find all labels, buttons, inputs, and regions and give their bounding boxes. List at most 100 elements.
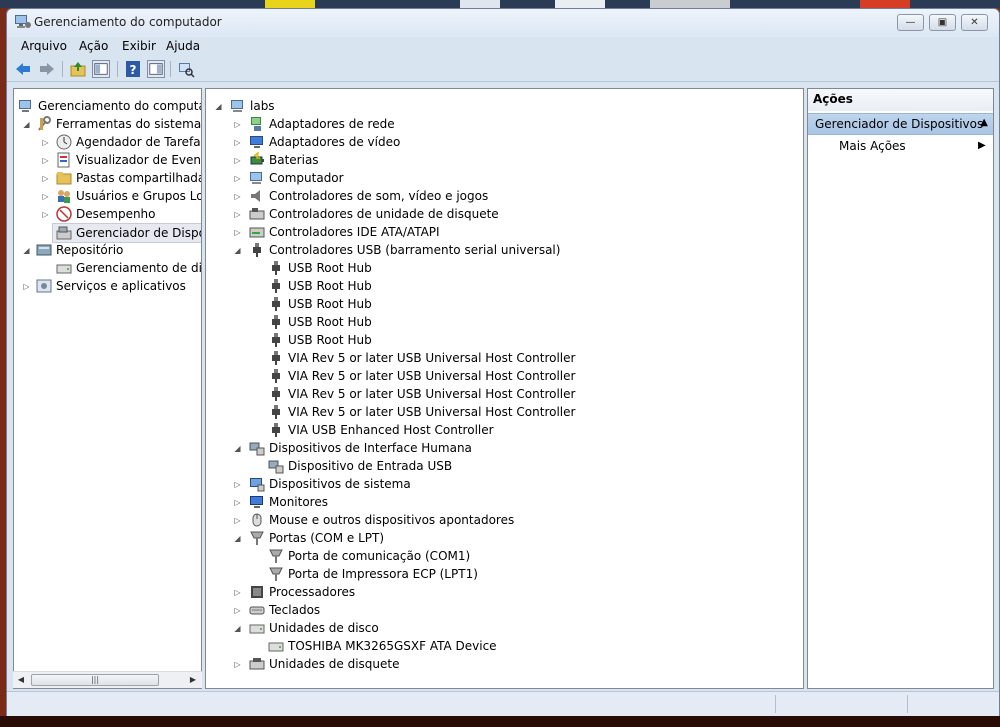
device-category[interactable]: ▷ Adaptadores de rede bbox=[206, 115, 796, 133]
tree-item-task-scheduler[interactable]: ▷ Agendador de Tarefas bbox=[14, 133, 201, 151]
collapse-arrow-icon[interactable]: ◢ bbox=[233, 624, 242, 633]
back-arrow-icon[interactable] bbox=[14, 60, 32, 78]
expand-arrow-icon[interactable]: ▷ bbox=[41, 138, 50, 147]
expand-arrow-icon[interactable]: ▷ bbox=[233, 156, 242, 165]
expand-arrow-icon[interactable]: ▷ bbox=[233, 606, 242, 615]
expand-arrow-icon[interactable]: ▷ bbox=[41, 156, 50, 165]
expand-arrow-icon[interactable]: ▷ bbox=[41, 174, 50, 183]
device-item[interactable]: VIA USB Enhanced Host Controller bbox=[206, 421, 796, 439]
expand-arrow-icon[interactable]: ▷ bbox=[233, 138, 242, 147]
device-category[interactable]: ▷ Unidades de disquete bbox=[206, 655, 796, 673]
navigation-tree-pane: Gerenciamento do computador ◢ Ferramenta… bbox=[13, 88, 202, 689]
device-category[interactable]: ▷ Computador bbox=[206, 169, 796, 187]
title-bar[interactable]: Gerenciamento do computador — ▣ ✕ bbox=[7, 9, 999, 37]
menu-acao[interactable]: Ação bbox=[79, 39, 108, 53]
forward-arrow-icon[interactable] bbox=[38, 60, 56, 78]
collapse-up-arrow-icon[interactable]: ▲ bbox=[980, 117, 988, 128]
device-item[interactable]: USB Root Hub bbox=[206, 313, 796, 331]
expand-arrow-icon[interactable]: ▷ bbox=[233, 480, 242, 489]
scroll-right-arrow-icon[interactable]: ▶ bbox=[187, 674, 199, 686]
expand-arrow-icon[interactable]: ▷ bbox=[41, 210, 50, 219]
device-item[interactable]: Porta de comunicação (COM1) bbox=[206, 547, 796, 565]
properties-icon[interactable] bbox=[147, 60, 165, 78]
device-category[interactable]: ▷ Controladores de som, vídeo e jogos bbox=[206, 187, 796, 205]
scan-hardware-icon[interactable] bbox=[177, 60, 195, 78]
menu-arquivo[interactable]: Arquivo bbox=[21, 39, 67, 53]
device-category[interactable]: ◢ Unidades de disco bbox=[206, 619, 796, 637]
device-item[interactable]: USB Root Hub bbox=[206, 295, 796, 313]
expand-arrow-icon[interactable]: ▷ bbox=[233, 192, 242, 201]
show-hide-tree-icon[interactable] bbox=[92, 60, 110, 78]
tree-label: Pastas compartilhadas bbox=[76, 171, 202, 185]
collapse-arrow-icon[interactable]: ◢ bbox=[233, 444, 242, 453]
scrollbar-thumb[interactable]: ||| bbox=[31, 674, 159, 686]
device-item[interactable]: VIA Rev 5 or later USB Universal Host Co… bbox=[206, 349, 796, 367]
device-item[interactable]: USB Root Hub bbox=[206, 331, 796, 349]
tree-label: VIA Rev 5 or later USB Universal Host Co… bbox=[288, 387, 576, 401]
help-icon[interactable]: ? bbox=[124, 60, 142, 78]
tree-item-local-users-groups[interactable]: ▷ Usuários e Grupos Locais bbox=[14, 187, 201, 205]
expand-arrow-icon[interactable]: ▷ bbox=[233, 120, 242, 129]
left-pane-horizontal-scrollbar[interactable]: ◀ ||| ▶ bbox=[13, 671, 202, 688]
device-category[interactable]: ◢ Portas (COM e LPT) bbox=[206, 529, 796, 547]
device-category[interactable]: ▷ Processadores bbox=[206, 583, 796, 601]
expand-arrow-icon[interactable]: ▷ bbox=[233, 498, 242, 507]
device-item[interactable]: VIA Rev 5 or later USB Universal Host Co… bbox=[206, 403, 796, 421]
tree-item-disk-management[interactable]: Gerenciamento de disco bbox=[14, 259, 201, 277]
tree-item-performance[interactable]: ▷ Desempenho bbox=[14, 205, 201, 223]
close-button[interactable]: ✕ bbox=[961, 14, 988, 31]
tree-item-system-tools[interactable]: ◢ Ferramentas do sistema bbox=[14, 115, 201, 133]
network-device-icon bbox=[251, 117, 261, 131]
device-category[interactable]: ▷ Controladores IDE ATA/ATAPI bbox=[206, 223, 796, 241]
device-item[interactable]: Dispositivo de Entrada USB bbox=[206, 457, 796, 475]
collapse-arrow-icon[interactable]: ◢ bbox=[22, 120, 31, 129]
maximize-button[interactable]: ▣ bbox=[929, 14, 956, 31]
tree-item-device-manager[interactable]: Gerenciador de Dispositivos bbox=[52, 223, 201, 243]
expand-arrow-icon[interactable]: ▷ bbox=[22, 282, 31, 291]
expand-arrow-icon[interactable]: ▷ bbox=[233, 228, 242, 237]
collapse-arrow-icon[interactable]: ◢ bbox=[22, 246, 31, 255]
device-category[interactable]: ◢ Dispositivos de Interface Humana bbox=[206, 439, 796, 457]
expand-arrow-icon[interactable]: ▷ bbox=[233, 660, 242, 669]
up-folder-icon[interactable] bbox=[69, 60, 87, 78]
scroll-left-arrow-icon[interactable]: ◀ bbox=[15, 674, 27, 686]
tree-label: Porta de Impressora ECP (LPT1) bbox=[288, 567, 478, 581]
device-item[interactable]: VIA Rev 5 or later USB Universal Host Co… bbox=[206, 367, 796, 385]
tree-item-services-applications[interactable]: ▷ Serviços e aplicativos bbox=[14, 277, 201, 295]
device-category[interactable]: ◢ Controladores USB (barramento serial un… bbox=[206, 241, 796, 259]
minimize-button[interactable]: — bbox=[897, 14, 924, 31]
tree-label: VIA Rev 5 or later USB Universal Host Co… bbox=[288, 369, 576, 383]
collapse-arrow-icon[interactable]: ◢ bbox=[233, 246, 242, 255]
tree-label: Dispositivo de Entrada USB bbox=[288, 459, 453, 473]
device-item[interactable]: VIA Rev 5 or later USB Universal Host Co… bbox=[206, 385, 796, 403]
device-category[interactable]: ▷ Mouse e outros dispositivos apontadores bbox=[206, 511, 796, 529]
collapse-arrow-icon[interactable]: ◢ bbox=[233, 534, 242, 543]
menu-exibir[interactable]: Exibir bbox=[122, 39, 156, 53]
expand-arrow-icon[interactable]: ▷ bbox=[233, 516, 242, 525]
device-category[interactable]: ▷ Teclados bbox=[206, 601, 796, 619]
device-category[interactable]: ▷ Monitores bbox=[206, 493, 796, 511]
device-item[interactable]: USB Root Hub bbox=[206, 259, 796, 277]
expand-arrow-icon[interactable]: ▷ bbox=[233, 174, 242, 183]
device-item[interactable]: TOSHIBA MK3265GSXF ATA Device bbox=[206, 637, 796, 655]
toolbar: ? bbox=[7, 57, 999, 82]
device-root-labs[interactable]: ◢ labs bbox=[206, 97, 796, 115]
tree-item-event-viewer[interactable]: ▷ Visualizador de Eventos bbox=[14, 151, 201, 169]
more-actions-item[interactable]: Mais Ações bbox=[839, 139, 906, 153]
device-category[interactable]: ▷ Baterias bbox=[206, 151, 796, 169]
expand-arrow-icon[interactable]: ▷ bbox=[41, 192, 50, 201]
actions-section-device-manager[interactable]: Gerenciador de Dispositivos ▲ bbox=[808, 113, 993, 135]
device-item[interactable]: Porta de Impressora ECP (LPT1) bbox=[206, 565, 796, 583]
tree-item-storage[interactable]: ◢ Repositório bbox=[14, 241, 201, 259]
expand-arrow-icon[interactable]: ▷ bbox=[233, 210, 242, 219]
collapse-arrow-icon[interactable]: ◢ bbox=[214, 102, 223, 111]
submenu-arrow-icon[interactable]: ▶ bbox=[978, 140, 986, 151]
tree-root-computer-management[interactable]: Gerenciamento do computador bbox=[14, 97, 201, 115]
device-category[interactable]: ▷ Controladores de unidade de disquete bbox=[206, 205, 796, 223]
expand-arrow-icon[interactable]: ▷ bbox=[233, 588, 242, 597]
device-item[interactable]: USB Root Hub bbox=[206, 277, 796, 295]
tree-item-shared-folders[interactable]: ▷ Pastas compartilhadas bbox=[14, 169, 202, 187]
device-category[interactable]: ▷ Adaptadores de vídeo bbox=[206, 133, 796, 151]
menu-ajuda[interactable]: Ajuda bbox=[166, 39, 200, 53]
device-category[interactable]: ▷ Dispositivos de sistema bbox=[206, 475, 796, 493]
